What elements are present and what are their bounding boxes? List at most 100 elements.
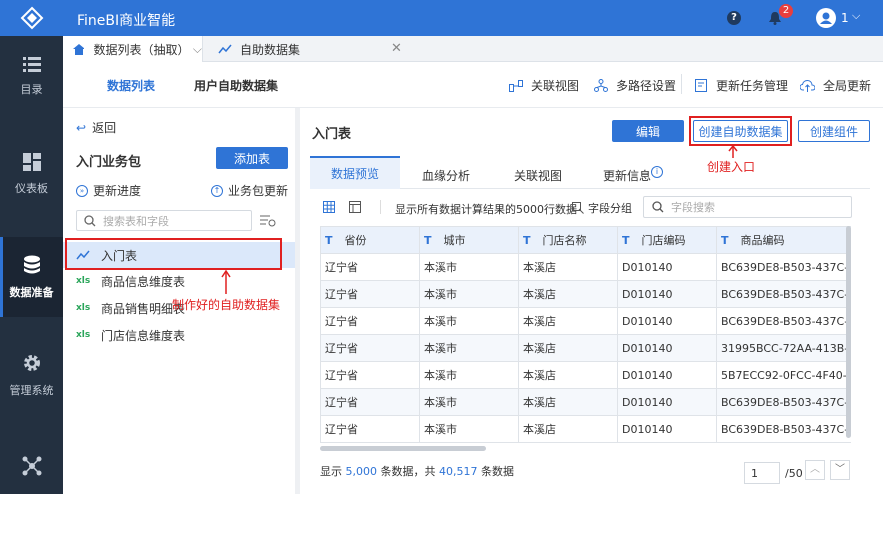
- search-placeholder: 搜索表和字段: [103, 214, 169, 228]
- page-input[interactable]: 1: [744, 462, 780, 484]
- table-cell: 5B7ECC92-0FCC-4F40-98: [716, 361, 851, 389]
- close-icon[interactable]: ✕: [391, 41, 402, 56]
- table-row[interactable]: 辽宁省 本溪市 本溪店 D010140 BC639DE8-B503-437C-9B: [320, 307, 851, 335]
- nav-label: 数据准备: [9, 285, 54, 299]
- field-search-input[interactable]: 字段搜索: [643, 196, 852, 218]
- page-title: 入门表: [312, 127, 352, 142]
- shown-count: 5,000: [345, 465, 378, 478]
- search-input[interactable]: 搜索表和字段: [76, 210, 252, 231]
- table-cell: D010140: [617, 280, 717, 308]
- global-update-button[interactable]: 全局更新: [800, 77, 871, 94]
- tool-label: 全局更新: [823, 79, 872, 93]
- nav-item-dashboard[interactable]: 仪表板: [0, 134, 63, 214]
- database-icon: [23, 255, 40, 273]
- excel-icon: xls: [76, 330, 91, 340]
- edit-button[interactable]: 编辑: [612, 120, 684, 142]
- update-task-button[interactable]: 更新任务管理: [695, 77, 788, 94]
- field-group-icon: [572, 202, 584, 214]
- layout-icon[interactable]: [349, 201, 361, 213]
- horizontal-scrollbar[interactable]: [320, 446, 486, 451]
- grid-view-icon[interactable]: [323, 201, 335, 213]
- table-row[interactable]: 辽宁省 本溪市 本溪店 D010140 BC639DE8-B503-437C-9B: [320, 415, 851, 443]
- list-item[interactable]: xls 商品信息维度表: [63, 268, 295, 294]
- column-header[interactable]: T 门店名称: [518, 226, 618, 254]
- table-cell: BC639DE8-B503-437C-9B: [716, 307, 851, 335]
- upload-icon: ↑: [211, 184, 223, 197]
- back-button[interactable]: ↩ 返回: [76, 119, 116, 136]
- table-cell: 辽宁省: [320, 334, 420, 362]
- nav-item-admin[interactable]: 管理系统: [0, 335, 63, 415]
- field-group-label: 字段分组: [588, 202, 632, 215]
- chevron-down-icon[interactable]: ⌵: [193, 42, 202, 57]
- table-cell: 本溪市: [419, 280, 519, 308]
- nav-item-more[interactable]: [0, 438, 63, 494]
- field-group-button[interactable]: 字段分组: [572, 200, 632, 216]
- text-type-icon: T: [523, 234, 531, 247]
- column-header[interactable]: T 门店编码: [617, 226, 717, 254]
- tab-data-list[interactable]: 数据列表（抽取） ⌵: [63, 36, 203, 62]
- table-row[interactable]: 辽宁省 本溪市 本溪店 D010140 BC639DE8-B503-437C-9B: [320, 388, 851, 416]
- logo-icon: [20, 6, 43, 30]
- field-search-placeholder: 字段搜索: [671, 201, 715, 214]
- filter-icon[interactable]: [260, 214, 276, 228]
- add-table-button[interactable]: 添加表: [216, 147, 288, 169]
- vertical-scrollbar[interactable]: [846, 226, 851, 438]
- excel-icon: xls: [76, 303, 91, 313]
- update-progress-button[interactable]: » 更新进度: [76, 182, 141, 199]
- chevron-down-icon[interactable]: ⌵: [852, 9, 860, 23]
- text-type-icon: T: [622, 234, 630, 247]
- tool-label: 关联视图: [531, 79, 580, 93]
- tool-label: 更新任务管理: [716, 79, 789, 93]
- table-cell: 本溪店: [518, 334, 618, 362]
- table-row[interactable]: 辽宁省本溪市本溪店D01014031995BCC-72AA-413B-9B2: [320, 334, 851, 362]
- text-type-icon: T: [424, 234, 432, 247]
- nav-item-data-prep[interactable]: 数据准备: [0, 237, 63, 317]
- column-header[interactable]: T 省份: [320, 226, 420, 254]
- list-item[interactable]: xls 门店信息维度表: [63, 322, 295, 348]
- column-header[interactable]: T 商品编码: [716, 226, 851, 254]
- notification-badge: 2: [779, 4, 793, 18]
- tab-self-dataset[interactable]: 自助数据集: [218, 36, 408, 62]
- help-icon[interactable]: ?: [727, 11, 741, 25]
- next-page-button[interactable]: ﹀: [830, 460, 850, 480]
- search-icon: [84, 214, 96, 226]
- subtab-data-list[interactable]: 数据列表: [107, 77, 155, 94]
- app-logo[interactable]: [0, 0, 63, 36]
- user-icon: [820, 12, 832, 24]
- avatar[interactable]: [816, 8, 836, 28]
- relation-view-button[interactable]: 关联视图: [509, 77, 579, 94]
- tab-update-info[interactable]: 更新信息: [603, 167, 651, 184]
- prev-page-button[interactable]: ︿: [805, 460, 825, 480]
- package-update-button[interactable]: ↑ 业务包更新: [211, 182, 288, 199]
- sub-header: 数据列表 用户自助数据集 关联视图 多路径设置 更新任务管理 全局更新: [63, 62, 883, 108]
- table-row[interactable]: 辽宁省 本溪市 本溪店 D010140 BC639DE8-B503-437C-9B: [320, 253, 851, 281]
- divider: [380, 200, 381, 214]
- column-header[interactable]: T 城市: [419, 226, 519, 254]
- info-icon[interactable]: i: [651, 166, 663, 178]
- tool-label: 多路径设置: [616, 79, 677, 93]
- table-cell: 辽宁省: [320, 415, 420, 443]
- divider: [681, 74, 682, 94]
- table-cell: 本溪店: [518, 388, 618, 416]
- network-icon: [22, 456, 41, 476]
- subtab-self-dataset[interactable]: 用户自助数据集: [194, 77, 278, 94]
- relation-icon: [509, 79, 523, 92]
- app-title: FineBI商业智能: [77, 13, 176, 29]
- bell-button[interactable]: 2: [769, 4, 793, 28]
- package-update-label: 业务包更新: [228, 184, 289, 198]
- multipath-icon: [594, 79, 608, 92]
- user-name[interactable]: 1: [841, 11, 849, 25]
- tab-lineage[interactable]: 血缘分析: [422, 167, 470, 184]
- package-title: 入门业务包: [76, 155, 142, 170]
- table-row[interactable]: 辽宁省 本溪市 本溪店 D010140 BC639DE8-B503-437C-9B: [320, 280, 851, 308]
- tab-data-preview[interactable]: 数据预览: [310, 156, 400, 189]
- highlight-box: [65, 238, 282, 270]
- multipath-button[interactable]: 多路径设置: [594, 77, 676, 94]
- create-component-button[interactable]: 创建组件: [798, 120, 870, 142]
- detail-tabs: 数据预览 血缘分析 关联视图 更新信息 i: [310, 156, 870, 189]
- total-count: 40,517: [439, 465, 478, 478]
- task-icon: [695, 79, 707, 92]
- nav-item-catalog[interactable]: 目录: [0, 36, 63, 116]
- tab-relation-view[interactable]: 关联视图: [514, 167, 562, 184]
- table-row[interactable]: 辽宁省 本溪市 本溪店 D010140 5B7ECC92-0FCC-4F40-98: [320, 361, 851, 389]
